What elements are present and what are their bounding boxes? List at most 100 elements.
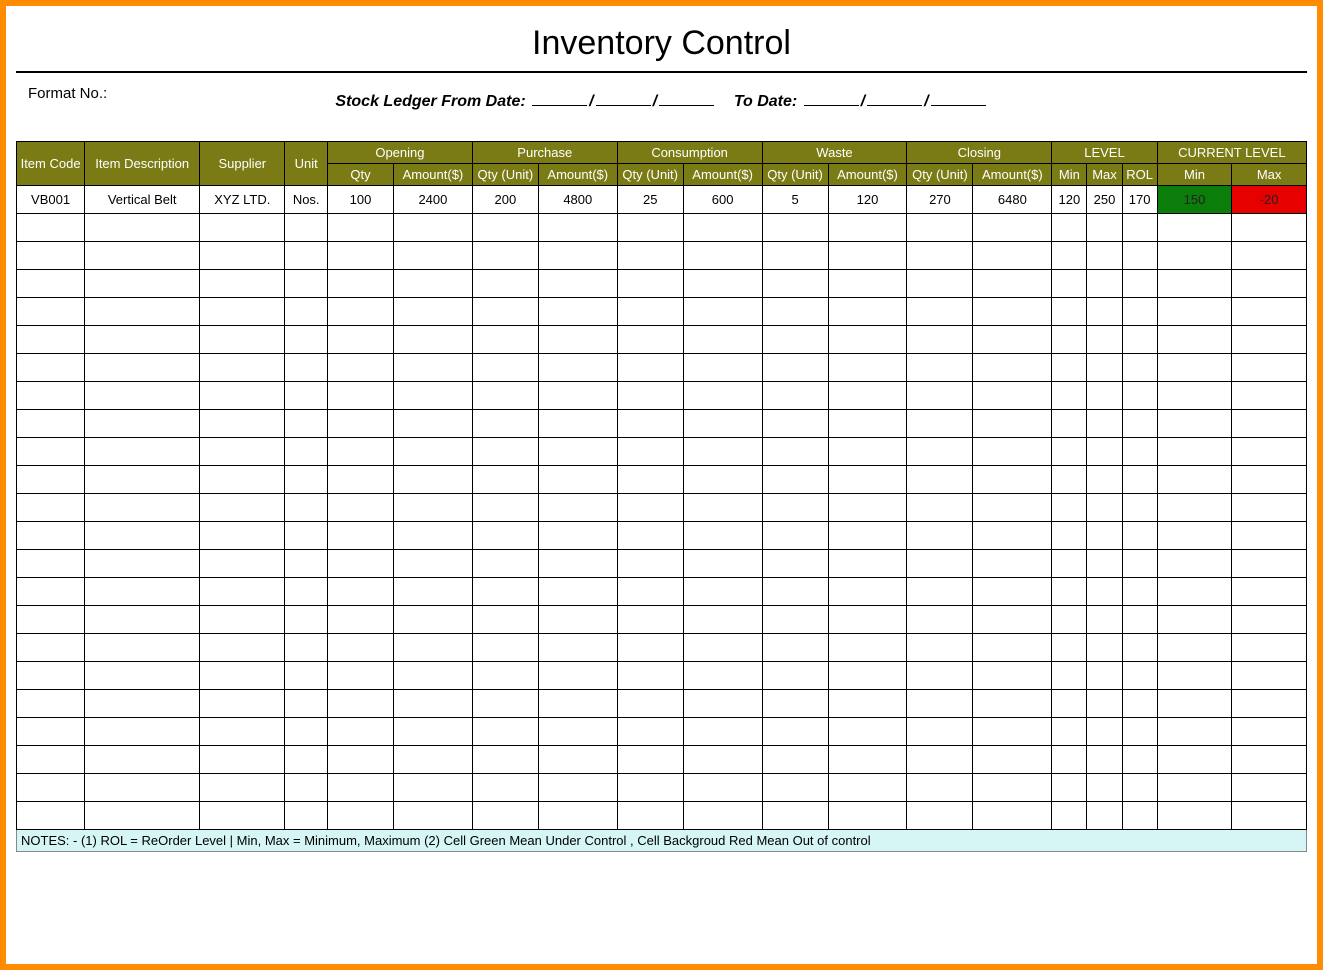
table-cell[interactable] bbox=[85, 466, 200, 494]
table-cell[interactable] bbox=[683, 606, 762, 634]
table-cell[interactable] bbox=[1087, 802, 1122, 830]
table-cell[interactable] bbox=[285, 746, 328, 774]
table-cell[interactable] bbox=[762, 550, 828, 578]
table-cell[interactable] bbox=[394, 634, 473, 662]
table-cell[interactable] bbox=[327, 382, 393, 410]
table-cell[interactable] bbox=[1052, 326, 1087, 354]
table-cell[interactable] bbox=[85, 270, 200, 298]
table-cell[interactable] bbox=[394, 298, 473, 326]
table-cell[interactable] bbox=[762, 466, 828, 494]
table-cell[interactable] bbox=[472, 242, 538, 270]
table-cell[interactable] bbox=[85, 578, 200, 606]
table-cell[interactable] bbox=[1087, 578, 1122, 606]
table-cell[interactable] bbox=[1232, 214, 1307, 242]
table-cell[interactable] bbox=[285, 466, 328, 494]
table-cell[interactable] bbox=[327, 494, 393, 522]
table-cell[interactable]: 4800 bbox=[538, 186, 617, 214]
table-cell[interactable] bbox=[617, 326, 683, 354]
table-cell[interactable] bbox=[1087, 354, 1122, 382]
table-cell[interactable] bbox=[907, 522, 973, 550]
table-cell[interactable] bbox=[828, 298, 907, 326]
table-cell[interactable] bbox=[85, 382, 200, 410]
table-cell[interactable] bbox=[538, 550, 617, 578]
table-cell[interactable] bbox=[1087, 690, 1122, 718]
table-cell[interactable] bbox=[1157, 466, 1232, 494]
table-cell[interactable] bbox=[762, 270, 828, 298]
table-cell[interactable] bbox=[285, 774, 328, 802]
table-cell[interactable] bbox=[285, 662, 328, 690]
table-cell[interactable] bbox=[85, 326, 200, 354]
table-cell[interactable] bbox=[327, 466, 393, 494]
table-cell[interactable] bbox=[1122, 690, 1157, 718]
table-cell[interactable]: 120 bbox=[1052, 186, 1087, 214]
table-cell[interactable] bbox=[1232, 270, 1307, 298]
table-cell[interactable] bbox=[973, 354, 1052, 382]
table-cell[interactable] bbox=[327, 746, 393, 774]
table-cell[interactable] bbox=[1087, 662, 1122, 690]
table-cell[interactable] bbox=[1232, 746, 1307, 774]
table-cell[interactable] bbox=[1232, 802, 1307, 830]
table-cell[interactable] bbox=[762, 522, 828, 550]
table-cell[interactable] bbox=[285, 494, 328, 522]
table-cell[interactable]: 6480 bbox=[973, 186, 1052, 214]
table-cell[interactable] bbox=[1157, 382, 1232, 410]
table-cell[interactable] bbox=[683, 662, 762, 690]
table-cell[interactable] bbox=[1122, 578, 1157, 606]
table-cell[interactable] bbox=[200, 522, 285, 550]
table-cell[interactable] bbox=[472, 634, 538, 662]
table-cell[interactable] bbox=[285, 522, 328, 550]
table-cell[interactable] bbox=[85, 298, 200, 326]
table-cell[interactable] bbox=[200, 634, 285, 662]
table-cell[interactable] bbox=[762, 578, 828, 606]
table-cell[interactable] bbox=[1087, 494, 1122, 522]
table-cell[interactable] bbox=[762, 690, 828, 718]
table-cell[interactable] bbox=[394, 494, 473, 522]
table-cell[interactable] bbox=[973, 326, 1052, 354]
table-cell[interactable] bbox=[1157, 746, 1232, 774]
table-cell[interactable] bbox=[683, 718, 762, 746]
table-cell[interactable] bbox=[538, 802, 617, 830]
table-cell[interactable] bbox=[285, 354, 328, 382]
table-cell[interactable] bbox=[1157, 438, 1232, 466]
table-cell[interactable] bbox=[327, 522, 393, 550]
table-cell[interactable] bbox=[394, 606, 473, 634]
table-cell[interactable] bbox=[973, 662, 1052, 690]
table-cell[interactable] bbox=[538, 382, 617, 410]
table-cell[interactable] bbox=[17, 214, 85, 242]
table-cell[interactable] bbox=[85, 438, 200, 466]
table-cell[interactable] bbox=[762, 214, 828, 242]
table-cell[interactable] bbox=[285, 382, 328, 410]
table-cell[interactable] bbox=[200, 774, 285, 802]
table-cell[interactable] bbox=[327, 690, 393, 718]
table-cell[interactable] bbox=[200, 606, 285, 634]
table-cell[interactable] bbox=[1157, 410, 1232, 438]
table-cell[interactable] bbox=[973, 214, 1052, 242]
table-cell[interactable] bbox=[538, 746, 617, 774]
table-cell[interactable] bbox=[907, 550, 973, 578]
table-cell[interactable] bbox=[1122, 298, 1157, 326]
table-cell[interactable] bbox=[472, 774, 538, 802]
table-cell[interactable] bbox=[1052, 662, 1087, 690]
table-cell[interactable] bbox=[907, 382, 973, 410]
table-cell[interactable] bbox=[1122, 466, 1157, 494]
table-cell[interactable] bbox=[828, 354, 907, 382]
table-cell[interactable] bbox=[285, 578, 328, 606]
table-cell[interactable] bbox=[472, 606, 538, 634]
table-cell[interactable] bbox=[683, 382, 762, 410]
table-cell[interactable] bbox=[200, 578, 285, 606]
table-cell[interactable] bbox=[828, 802, 907, 830]
table-cell[interactable] bbox=[1122, 242, 1157, 270]
table-cell[interactable] bbox=[285, 550, 328, 578]
table-cell[interactable]: 150 bbox=[1157, 186, 1232, 214]
table-cell[interactable] bbox=[907, 718, 973, 746]
table-cell[interactable] bbox=[538, 522, 617, 550]
table-cell[interactable] bbox=[1122, 326, 1157, 354]
table-cell[interactable] bbox=[762, 774, 828, 802]
table-cell[interactable] bbox=[1052, 634, 1087, 662]
table-cell[interactable] bbox=[1157, 522, 1232, 550]
table-cell[interactable] bbox=[538, 662, 617, 690]
table-cell[interactable] bbox=[200, 298, 285, 326]
table-cell[interactable] bbox=[1052, 298, 1087, 326]
table-cell[interactable] bbox=[327, 298, 393, 326]
table-cell[interactable] bbox=[683, 410, 762, 438]
